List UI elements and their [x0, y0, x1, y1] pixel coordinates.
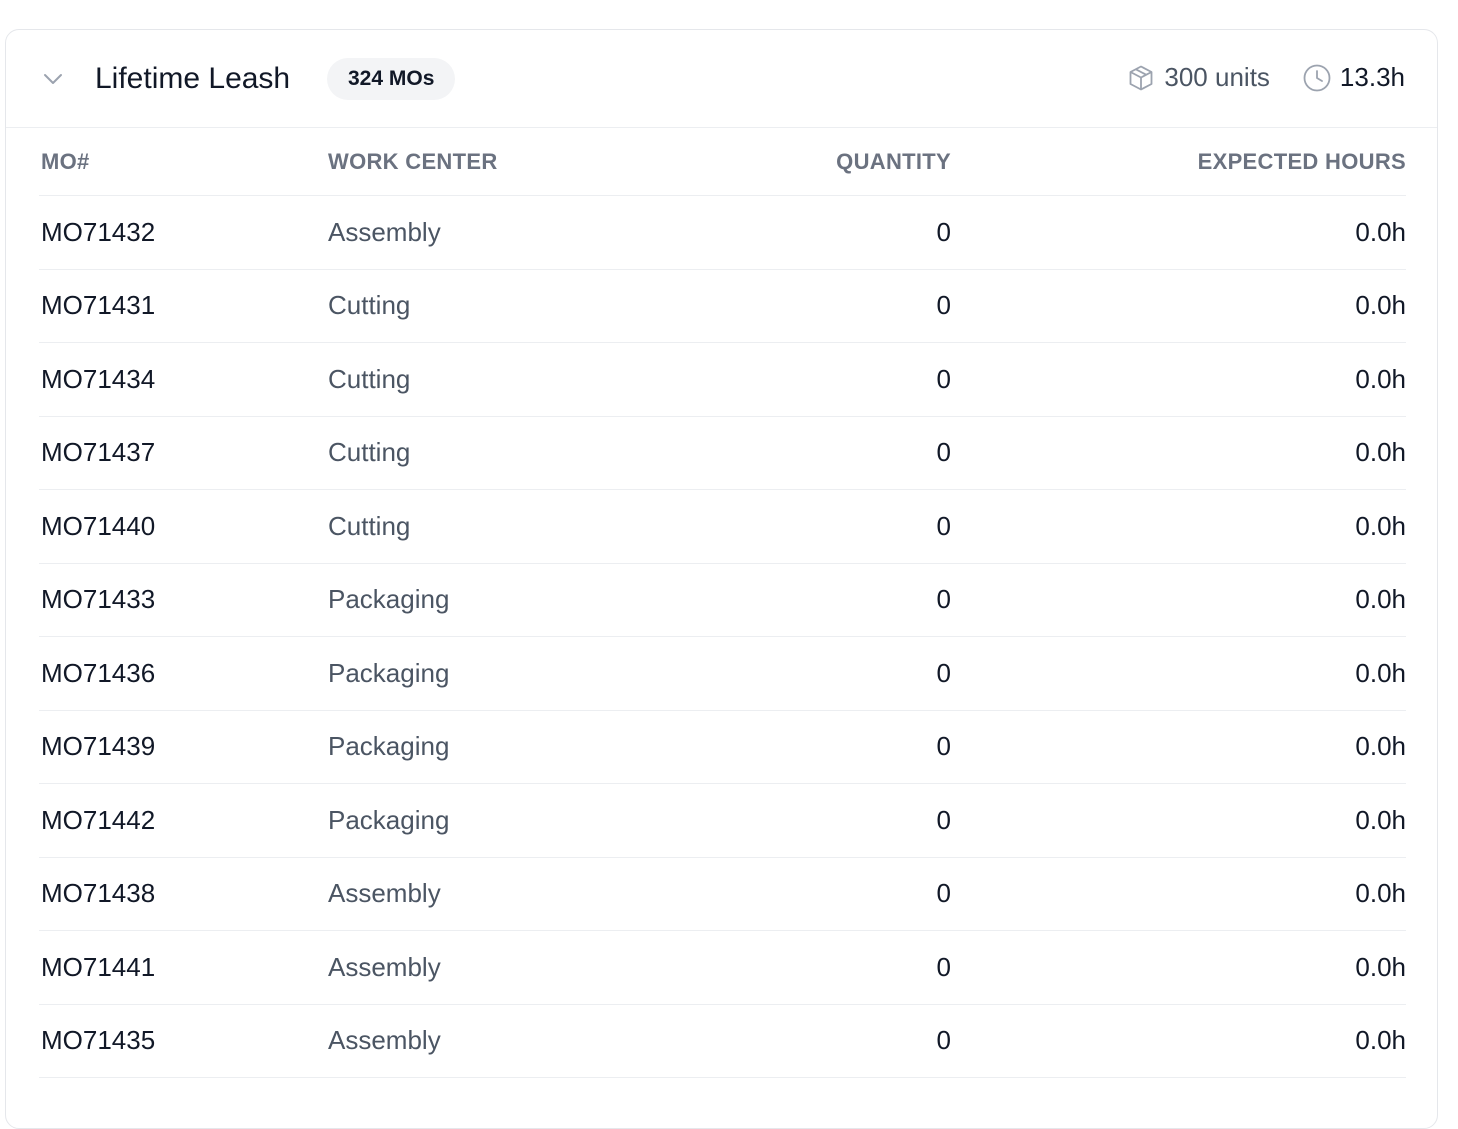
quantity: 0: [748, 489, 951, 564]
column-header-work-center[interactable]: WORK CENTER: [328, 129, 748, 196]
clock-icon: [1302, 63, 1332, 93]
expected-hours: 0.0h: [951, 563, 1406, 637]
table-row[interactable]: MO71438 Assembly 0 0.0h: [39, 857, 1406, 931]
mo-number: MO71434: [39, 342, 328, 417]
work-center: Assembly: [328, 195, 748, 270]
mo-number: MO71442: [39, 783, 328, 858]
quantity: 0: [748, 930, 951, 1005]
expected-hours: 0.0h: [951, 636, 1406, 711]
mo-table: MO# WORK CENTER QUANTITY EXPECTED HOURS …: [39, 129, 1406, 1078]
column-header-expected-hours[interactable]: EXPECTED HOURS: [951, 129, 1406, 196]
table-row[interactable]: MO71431 Cutting 0 0.0h: [39, 269, 1406, 343]
table-row[interactable]: MO71435 Assembly 0 0.0h: [39, 1004, 1406, 1078]
expected-hours: 0.0h: [951, 342, 1406, 417]
quantity: 0: [748, 269, 951, 343]
table-header-row: MO# WORK CENTER QUANTITY EXPECTED HOURS: [39, 129, 1406, 196]
work-center: Assembly: [328, 1004, 748, 1078]
expected-hours: 0.0h: [951, 783, 1406, 858]
expected-hours: 0.0h: [951, 1004, 1406, 1078]
work-center: Cutting: [328, 489, 748, 564]
table-row[interactable]: MO71437 Cutting 0 0.0h: [39, 416, 1406, 490]
column-header-mo[interactable]: MO#: [39, 129, 328, 196]
mo-number: MO71437: [39, 416, 328, 490]
table-row[interactable]: MO71436 Packaging 0 0.0h: [39, 636, 1406, 711]
table-row[interactable]: MO71439 Packaging 0 0.0h: [39, 710, 1406, 784]
quantity: 0: [748, 857, 951, 931]
mo-number: MO71439: [39, 710, 328, 784]
package-icon: [1126, 63, 1156, 93]
hours-stat: 13.3h: [1302, 62, 1405, 93]
expected-hours: 0.0h: [951, 857, 1406, 931]
expected-hours: 0.0h: [951, 930, 1406, 1005]
units-stat: 300 units: [1126, 62, 1270, 93]
work-center: Packaging: [328, 710, 748, 784]
work-center: Assembly: [328, 857, 748, 931]
expected-hours: 0.0h: [951, 489, 1406, 564]
quantity: 0: [748, 195, 951, 270]
expected-hours: 0.0h: [951, 710, 1406, 784]
column-header-quantity[interactable]: QUANTITY: [748, 129, 951, 196]
group-stats: 300 units 13.3h: [1126, 62, 1405, 93]
work-center: Cutting: [328, 342, 748, 417]
expected-hours: 0.0h: [951, 269, 1406, 343]
hours-value: 13.3h: [1339, 62, 1405, 92]
expected-hours: 0.0h: [951, 416, 1406, 490]
table-row[interactable]: MO71440 Cutting 0 0.0h: [39, 489, 1406, 564]
mo-number: MO71433: [39, 563, 328, 637]
product-group-card: Lifetime Leash 324 MOs 300 units 13.3h M…: [5, 29, 1438, 1129]
table-row[interactable]: MO71432 Assembly 0 0.0h: [39, 195, 1406, 270]
expected-hours: 0.0h: [951, 195, 1406, 270]
table-row[interactable]: MO71433 Packaging 0 0.0h: [39, 563, 1406, 637]
work-center: Packaging: [328, 636, 748, 711]
table-row[interactable]: MO71434 Cutting 0 0.0h: [39, 342, 1406, 417]
quantity: 0: [748, 783, 951, 858]
table-row[interactable]: MO71441 Assembly 0 0.0h: [39, 930, 1406, 1005]
quantity: 0: [748, 636, 951, 711]
mo-number: MO71436: [39, 636, 328, 711]
mo-number: MO71431: [39, 269, 328, 343]
quantity: 0: [748, 342, 951, 417]
quantity: 0: [748, 710, 951, 784]
chevron-down-icon[interactable]: [42, 68, 64, 90]
mo-number: MO71432: [39, 195, 328, 270]
group-title: Lifetime Leash: [95, 62, 291, 95]
mo-number: MO71440: [39, 489, 328, 564]
table-row[interactable]: MO71442 Packaging 0 0.0h: [39, 783, 1406, 858]
mo-number: MO71435: [39, 1004, 328, 1078]
quantity: 0: [748, 416, 951, 490]
quantity: 0: [748, 563, 951, 637]
work-center: Cutting: [328, 269, 748, 343]
work-center: Packaging: [328, 563, 748, 637]
group-header[interactable]: Lifetime Leash 324 MOs 300 units 13.3h: [6, 30, 1437, 128]
mo-number: MO71438: [39, 857, 328, 931]
units-value: 300 units: [1164, 62, 1270, 92]
mo-count-badge: 324 MOs: [327, 58, 456, 100]
quantity: 0: [748, 1004, 951, 1078]
mo-number: MO71441: [39, 930, 328, 1005]
work-center: Assembly: [328, 930, 748, 1005]
work-center: Packaging: [328, 783, 748, 858]
work-center: Cutting: [328, 416, 748, 490]
